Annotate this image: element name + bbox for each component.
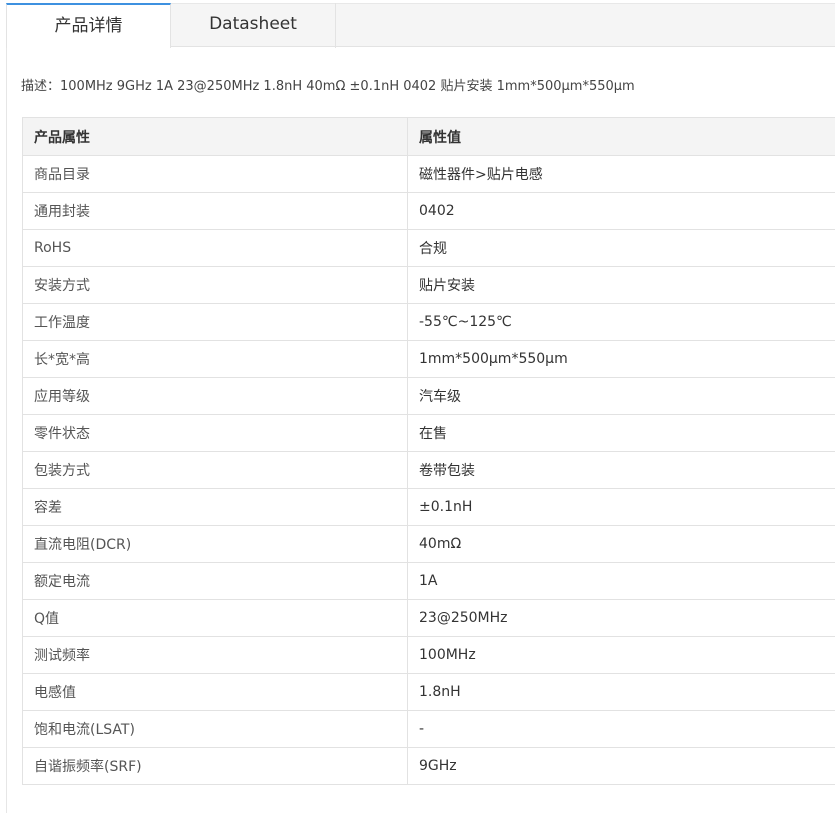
attribute-value: 40mΩ <box>407 525 835 563</box>
attribute-value: 9GHz <box>407 747 835 785</box>
table-row: 测试频率 100MHz <box>22 636 835 674</box>
table-row: 长*宽*高 1mm*500µm*550µm <box>22 340 835 378</box>
header-value: 属性值 <box>407 117 835 156</box>
attribute-name: 零件状态 <box>22 414 408 452</box>
attribute-value: 在售 <box>407 414 835 452</box>
attribute-value: 合规 <box>407 229 835 267</box>
attribute-value: 1A <box>407 562 835 600</box>
attribute-value: 汽车级 <box>407 377 835 415</box>
attribute-value: 0402 <box>407 192 835 230</box>
attribute-name: 直流电阻(DCR) <box>22 525 408 563</box>
table-row: Q值 23@250MHz <box>22 599 835 637</box>
attribute-value: 磁性器件>贴片电感 <box>407 155 835 193</box>
table-row: 通用封装 0402 <box>22 192 835 230</box>
table-row: 商品目录 磁性器件>贴片电感 <box>22 155 835 193</box>
table-row: 电感值 1.8nH <box>22 673 835 711</box>
attribute-name: 电感值 <box>22 673 408 711</box>
attribute-name: 长*宽*高 <box>22 340 408 378</box>
header-attribute: 产品属性 <box>22 117 408 156</box>
attribute-name: 安装方式 <box>22 266 408 304</box>
attribute-name: 包装方式 <box>22 451 408 489</box>
table-row: 包装方式 卷带包装 <box>22 451 835 489</box>
table-row: 安装方式 贴片安装 <box>22 266 835 304</box>
product-description: 描述：100MHz 9GHz 1A 23@250MHz 1.8nH 40mΩ ±… <box>21 79 635 94</box>
table-row: 饱和电流(LSAT) - <box>22 710 835 748</box>
attribute-name: 商品目录 <box>22 155 408 193</box>
attribute-value: -55℃~125℃ <box>407 303 835 341</box>
attribute-value: 1mm*500µm*550µm <box>407 340 835 378</box>
attribute-name: 饱和电流(LSAT) <box>22 710 408 748</box>
attribute-value: 23@250MHz <box>407 599 835 637</box>
attribute-name: 工作温度 <box>22 303 408 341</box>
table-row: 容差 ±0.1nH <box>22 488 835 526</box>
attribute-value: ±0.1nH <box>407 488 835 526</box>
tab-bar: 产品详情 Datasheet <box>6 3 835 48</box>
tab-datasheet[interactable]: Datasheet <box>171 3 336 48</box>
attribute-name: 自谐振频率(SRF) <box>22 747 408 785</box>
table-row: 工作温度 -55℃~125℃ <box>22 303 835 341</box>
table-row: 自谐振频率(SRF) 9GHz <box>22 747 835 785</box>
attributes-table: 产品属性 属性值 商品目录 磁性器件>贴片电感 通用封装 0402 RoHS 合规 安… <box>22 117 835 785</box>
table-header-row: 产品属性 属性值 <box>22 117 835 156</box>
table-row: 应用等级 汽车级 <box>22 377 835 415</box>
attribute-value: 贴片安装 <box>407 266 835 304</box>
tab-product-details[interactable]: 产品详情 <box>6 3 171 48</box>
attribute-name: 应用等级 <box>22 377 408 415</box>
table-row: 额定电流 1A <box>22 562 835 600</box>
attribute-name: 额定电流 <box>22 562 408 600</box>
table-row: 直流电阻(DCR) 40mΩ <box>22 525 835 563</box>
attribute-name: 容差 <box>22 488 408 526</box>
table-row: RoHS 合规 <box>22 229 835 267</box>
attribute-name: 通用封装 <box>22 192 408 230</box>
attribute-value: - <box>407 710 835 748</box>
attribute-name: 测试频率 <box>22 636 408 674</box>
attribute-value: 卷带包装 <box>407 451 835 489</box>
attribute-value: 100MHz <box>407 636 835 674</box>
product-detail-panel: 产品详情 Datasheet 描述：100MHz 9GHz 1A 23@250M… <box>0 0 835 813</box>
attribute-value: 1.8nH <box>407 673 835 711</box>
table-row: 零件状态 在售 <box>22 414 835 452</box>
attribute-name: RoHS <box>22 229 408 267</box>
attribute-name: Q值 <box>22 599 408 637</box>
panel-border <box>6 47 7 813</box>
